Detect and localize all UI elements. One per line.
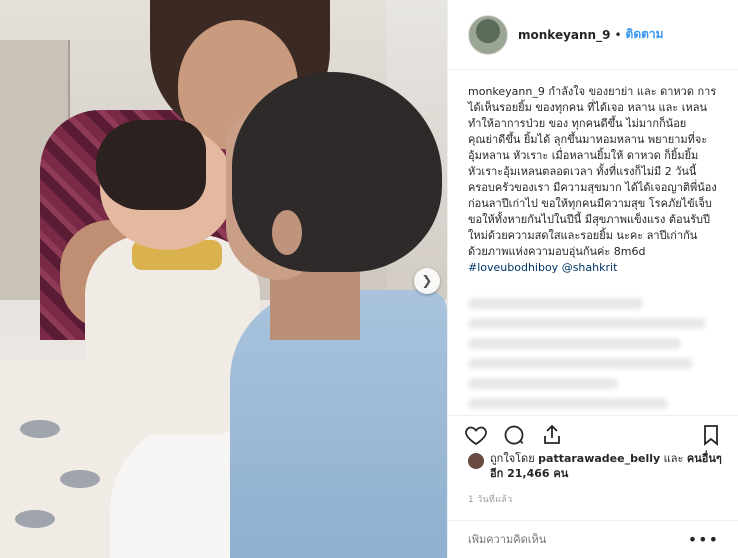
more-options-icon[interactable]: ••• [688,530,719,549]
comments-list [448,292,738,409]
caption-text: กำลังใจ ของยาย่า และ ดาหวด การได้เห็นรอย… [468,85,717,258]
header-username[interactable]: monkeyann_9 [518,28,610,42]
post-sidebar: monkeyann_9 • ติดตาม monkeyann_9 กำลังใจ… [447,0,738,558]
caption-mention[interactable]: @shahkrit [562,261,618,274]
likes-summary: ถูกใจโดย pattarawadee_belly และ คนอื่นๆ … [468,451,728,481]
post-photo: ❯ [0,0,447,558]
baby-hair [96,120,206,210]
comment-input[interactable] [468,533,688,546]
blurred-comment [468,398,668,409]
blurred-comment [468,378,618,389]
caption-username[interactable]: monkeyann_9 [468,85,545,98]
blurred-comment [468,298,643,309]
bookmark-icon[interactable] [699,423,723,447]
action-bar [448,415,738,453]
likes-text: ถูกใจโดย pattarawadee_belly และ คนอื่นๆ … [490,451,728,481]
comment-icon[interactable] [502,423,526,447]
likes-connector: และ [663,452,684,465]
share-icon[interactable] [540,423,564,447]
likes-prefix: ถูกใจโดย [490,452,535,465]
blanket-pattern [60,470,100,488]
avatar[interactable] [468,14,508,55]
heart-icon[interactable] [464,423,488,447]
chevron-right-icon[interactable]: ❯ [414,268,440,294]
blanket-pattern [20,420,60,438]
header-separator: • [614,27,622,42]
post-caption: monkeyann_9 กำลังใจ ของยาย่า และ ดาหวด ก… [448,70,738,292]
liker-username[interactable]: pattarawadee_belly [538,452,660,465]
post-header: monkeyann_9 • ติดตาม [448,0,738,70]
blanket-pattern [15,510,55,528]
follow-button[interactable]: ติดตาม [626,25,664,44]
blurred-comment [468,358,693,369]
liker-avatar[interactable] [468,453,484,469]
comment-box: ••• [448,520,738,558]
blurred-comment [468,338,681,349]
blurred-comment [468,318,706,329]
post-timestamp[interactable]: 1 วันที่แล้ว [468,492,513,506]
elder-ear [272,210,302,255]
caption-hashtag[interactable]: #loveubodhiboy [468,261,558,274]
